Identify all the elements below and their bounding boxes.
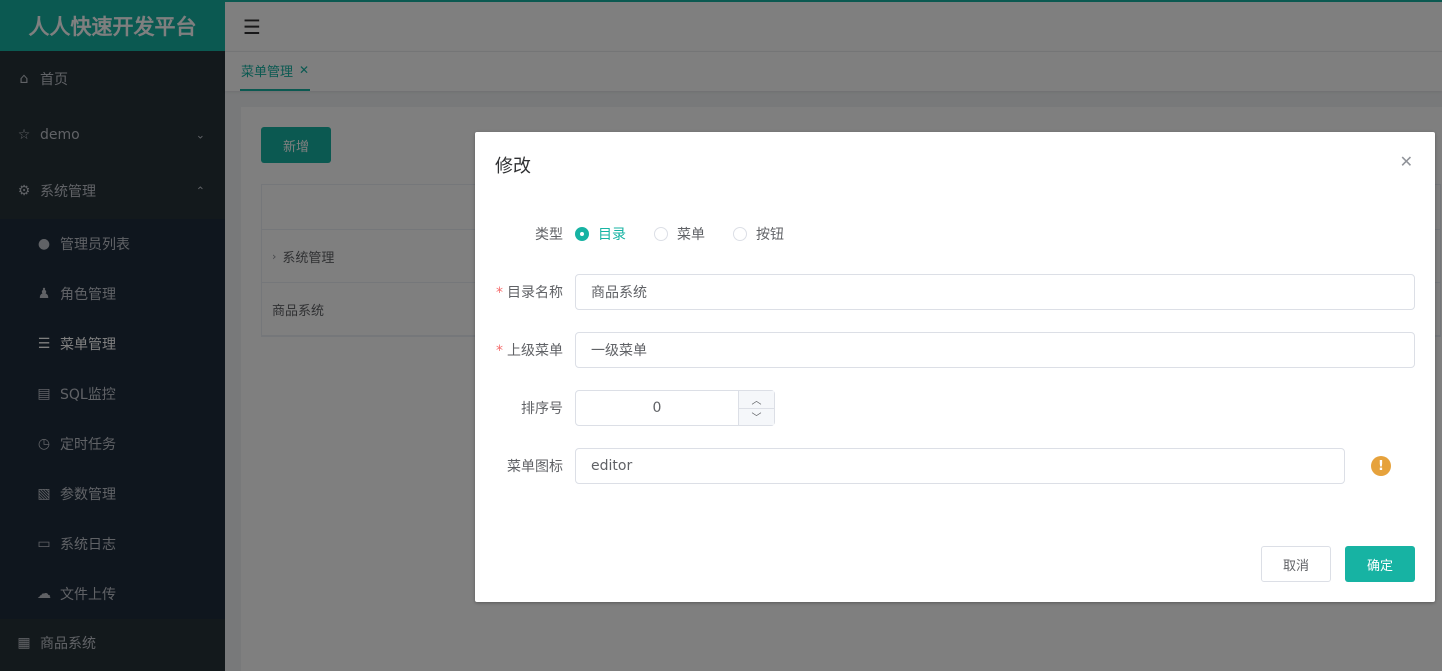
radio-directory[interactable]: 目录 [575,224,626,244]
edit-dialog: 修改 ✕ 类型 目录 菜单 按钮 * 目录名称 商品系统 * 上级菜单 一级菜单 排… [475,132,1435,602]
parent-menu-input[interactable]: 一级菜单 [575,332,1415,368]
parent-label: * 上级菜单 [495,340,575,360]
icon-input[interactable]: editor [575,448,1345,484]
parent-label-text: 上级菜单 [507,343,563,359]
decrement-icon[interactable]: ﹀ [739,409,774,426]
name-label: * 目录名称 [495,282,575,302]
confirm-button[interactable]: 确定 [1345,546,1415,582]
warning-icon[interactable]: ! [1371,456,1391,476]
required-asterisk: * [496,285,503,301]
order-value: 0 [652,400,662,416]
name-row: * 目录名称 商品系统 [495,274,1415,310]
radio-menu[interactable]: 菜单 [654,224,705,244]
stepper-buttons: ︿ ﹀ [738,391,774,425]
parent-row: * 上级菜单 一级菜单 [495,332,1415,368]
icon-row: 菜单图标 editor ! [495,448,1415,484]
required-asterisk: * [496,343,503,359]
increment-icon[interactable]: ︿ [739,391,774,409]
radio-label: 按钮 [756,227,784,243]
radio-button[interactable]: 按钮 [733,224,784,244]
type-row: 类型 目录 菜单 按钮 [495,216,1415,252]
radio-dot [733,227,747,241]
type-label: 类型 [535,227,563,243]
icon-label: 菜单图标 [507,459,563,475]
name-label-text: 目录名称 [507,285,563,301]
order-label: 排序号 [521,401,563,417]
radio-label: 菜单 [677,227,705,243]
name-input[interactable]: 商品系统 [575,274,1415,310]
radio-dot [575,227,589,241]
radio-label: 目录 [598,227,626,243]
cancel-button[interactable]: 取消 [1261,546,1331,582]
close-icon[interactable]: ✕ [1400,152,1413,171]
order-stepper[interactable]: 0 ︿ ﹀ [575,390,775,426]
dialog-title: 修改 [495,156,531,177]
radio-dot [654,227,668,241]
order-row: 排序号 0 ︿ ﹀ [495,390,1415,426]
